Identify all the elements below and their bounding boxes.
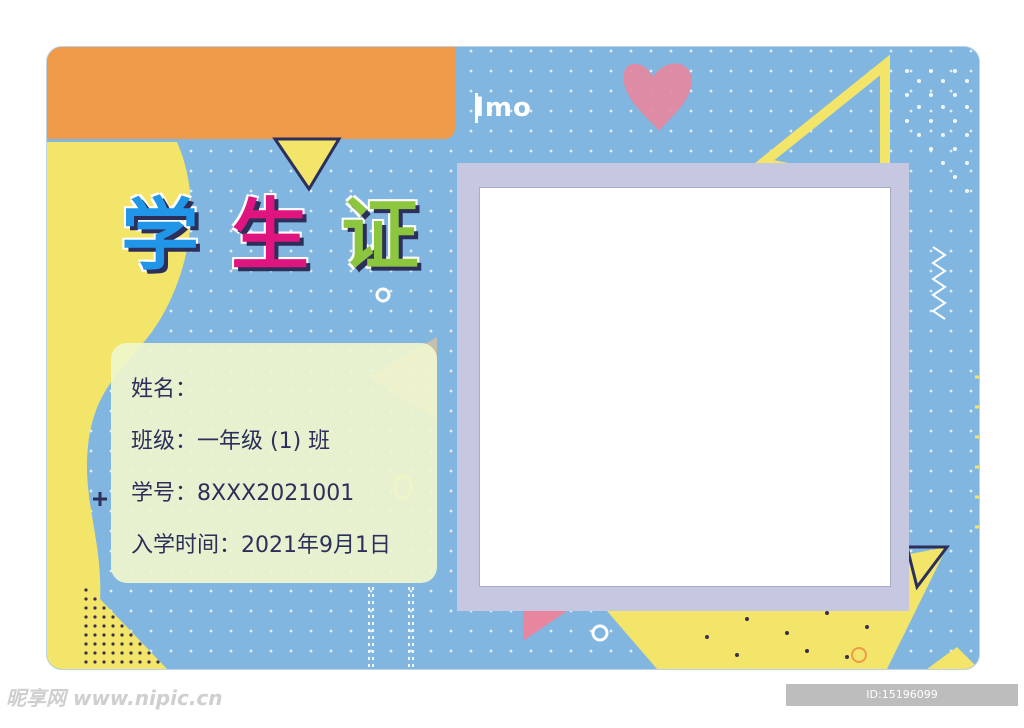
info-panel: 姓名： 班级：一年级 (1) 班 学号：8XXX2021001 入学时间：202… bbox=[111, 343, 437, 583]
title-char-study: 学 bbox=[121, 191, 200, 281]
enrollment-date-field: 入学时间：2021年9月1日 bbox=[131, 533, 391, 558]
image-id-watermark: ID:15196099 NO:20220217171213064126 bbox=[786, 684, 1018, 723]
student-id-field: 学号：8XXX2021001 bbox=[131, 481, 355, 506]
photo-placeholder[interactable] bbox=[479, 187, 891, 587]
title-char-student: 生 bbox=[231, 191, 310, 281]
student-id-card: lmo 学 生 证 姓名： 班级：一年级 (1) 班 学号：8XXX202100… bbox=[46, 46, 980, 670]
logo-mark: lmo bbox=[475, 93, 532, 123]
name-field: 姓名： bbox=[131, 377, 198, 402]
site-watermark: 昵享网 www.nipic.cn bbox=[6, 686, 223, 710]
title-char-certificate: 证 bbox=[341, 191, 420, 281]
photo-frame bbox=[457, 163, 909, 611]
class-field: 班级：一年级 (1) 班 bbox=[131, 429, 331, 454]
